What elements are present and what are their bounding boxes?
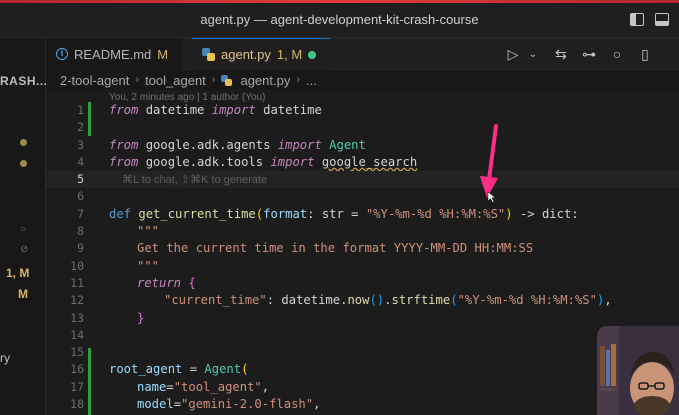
ai-inline-hint: ⌘L to chat, ⇧⌘K to generate [122,174,268,187]
line-number: 14 [70,327,84,342]
line-number: 4 [77,154,84,169]
breadcrumb-item[interactable]: tool_agent [145,73,206,88]
line-number: 8 [77,224,84,239]
recording-indicator-bar [0,0,679,3]
toggle-panel-icon[interactable] [655,13,669,26]
breadcrumb-item[interactable]: ... [306,73,317,88]
unsaved-dot-icon[interactable] [308,50,317,59]
line-number: 18 [70,397,84,412]
file-status-mark: M [18,287,28,301]
line-number: 13 [70,310,84,325]
code-line: 13} [46,310,679,327]
run-icon[interactable]: ▷ [505,46,521,63]
code-editor[interactable]: You, 2 minutes ago | 1 author (You) 1 fro… [46,90,679,415]
code-lines[interactable]: 1 from datetime import datetime 2 3 from g… [46,102,679,413]
title-bar: agent.py — agent-development-kit-crash-c… [0,0,679,38]
line-number: 10 [70,258,84,273]
line-number: 12 [70,293,84,308]
code-line: 3 from google.adk.agents import Agent [46,137,679,154]
sidebar-entry[interactable]: ry [0,351,10,365]
code-line: 16 root_agent = Agent( [46,361,679,378]
line-number: 5 [77,172,84,187]
code-line-current: 5 ⌘L to chat, ⇧⌘K to generate [46,171,679,189]
window-title: agent.py — agent-development-kit-crash-c… [200,12,479,27]
breadcrumb-item[interactable]: 2-tool-agent [60,73,129,88]
ignored-circle-icon: ⊘ [20,244,29,255]
info-icon: i [56,48,68,60]
editor-tab-bar: i README.md M agent.py 1, M ▷ ⌄ ⇆ ⊶ ○ ▯ [46,38,679,70]
line-number: 7 [77,206,84,221]
python-icon [221,74,233,86]
code-line: 6 [46,188,679,205]
code-line: 9 Get the current time in the format YYYY… [46,240,679,257]
code-line: 17 name="tool_agent", [46,379,679,396]
compare-changes-icon[interactable]: ⇆ [553,46,569,63]
explorer-sidebar: RASH... ○ ⊘ 1, M M ry [0,38,48,415]
code-line: 15 [46,344,679,361]
code-line: 8 """ [46,223,679,240]
split-editor-icon[interactable]: ▯ [637,46,653,63]
code-line: 11 return { [46,275,679,292]
code-line: 18 model="gemini-2.0-flash", [46,396,679,413]
editor-actions: ▷ ⌄ ⇆ ⊶ ○ ▯ [505,38,679,70]
line-number: 3 [77,137,84,152]
code-line: 1 from datetime import datetime [46,102,679,119]
git-timeline-icon[interactable]: ⊶ [581,46,597,63]
code-line: 10 """ [46,258,679,275]
webcam-overlay [597,326,679,415]
chevron-right-icon: › [211,74,216,86]
code-line: 7 def get_current_time(format: str = "%Y-… [46,206,679,223]
chevron-right-icon: › [135,74,140,86]
chevron-right-icon: › [296,74,301,86]
line-number: 11 [70,275,84,290]
code-line: 2 [46,119,679,136]
line-number: 16 [70,362,84,377]
tab-readme[interactable]: i README.md M [46,38,182,70]
toggle-sidebar-icon[interactable] [630,13,644,26]
chevron-down-icon[interactable]: ⌄ [525,49,541,60]
breadcrumb-item[interactable]: agent.py [240,73,290,88]
tab-agent-py[interactable]: agent.py 1, M [192,38,330,70]
python-icon [202,48,215,61]
tab-label: README.md [74,46,152,62]
line-number: 2 [77,120,84,135]
tab-badge: M [157,46,169,62]
code-line: 4 from google.adk.tools import google_sea… [46,154,679,171]
line-number: 15 [70,345,84,360]
file-status-mark: 1, M [6,266,30,280]
unused-import-warning: google_search [321,154,418,169]
line-number: 1 [77,103,84,117]
modified-dot-icon [20,160,27,167]
tab-badge: 1, M [276,47,303,62]
breadcrumb: 2-tool-agent › tool_agent › agent.py › .… [46,70,679,90]
circle-action-icon[interactable]: ○ [609,46,625,62]
code-line: 14 [46,327,679,344]
line-number: 17 [70,379,84,394]
line-number: 6 [77,189,84,204]
line-number: 9 [77,241,84,256]
presenter-video-image [597,326,679,415]
modified-dot-icon [20,139,27,146]
tab-label: agent.py [221,47,271,62]
code-line: 12 "current_time": datetime.now().strftim… [46,292,679,309]
ignored-circle-icon: ○ [20,224,27,235]
explorer-section-header[interactable]: RASH... [0,74,48,88]
